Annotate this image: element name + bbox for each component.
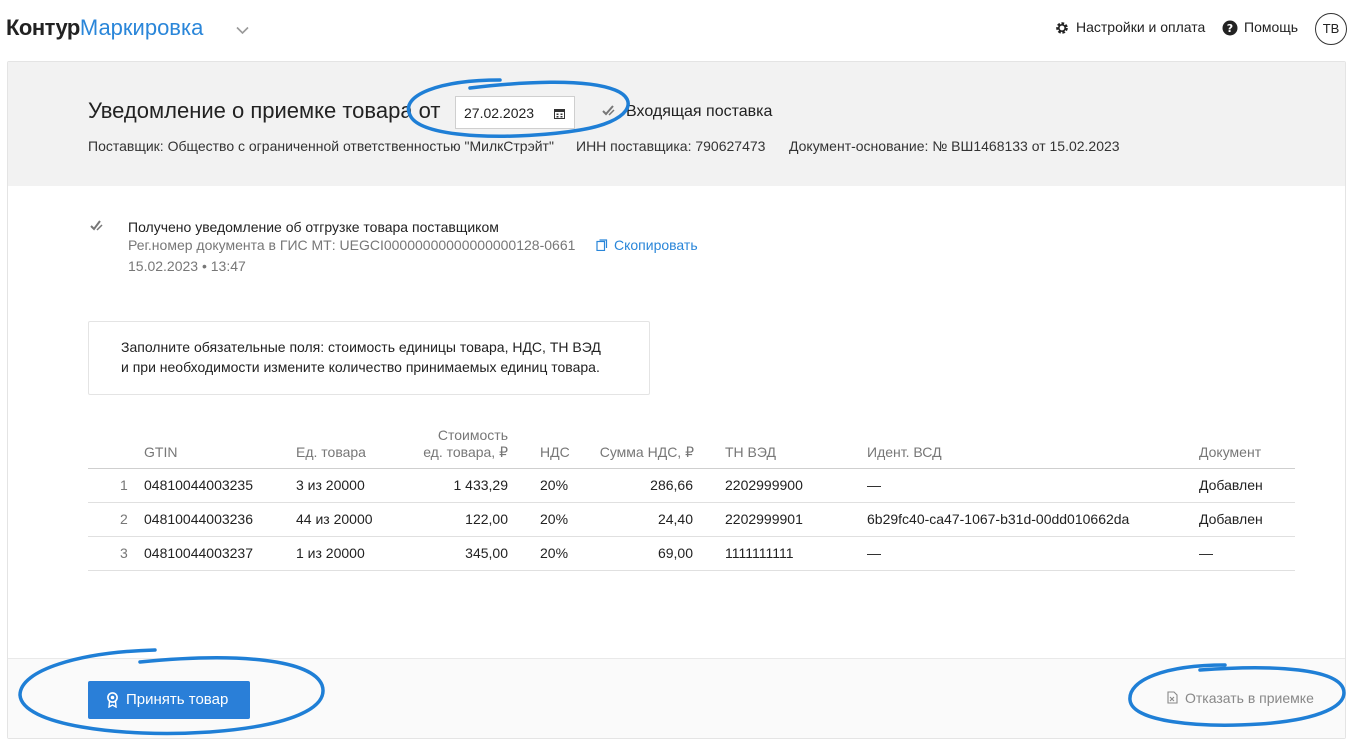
hint-line-1: Заполните обязательные поля: стоимость е… [121,339,601,355]
col-vsd: Идент. ВСД [867,444,942,460]
vat-cell[interactable]: 20% [540,477,568,493]
vat-cell[interactable]: 20% [540,545,568,561]
row-number: 3 [120,545,128,561]
page-title: Уведомление о приемке товара от [88,98,441,123]
col-gtin: GTIN [144,444,178,460]
document-cell: Добавлен [1199,477,1263,493]
table-row[interactable]: 1 04810044003235 3 из 20000 1 433,29 20%… [88,469,1295,503]
vat-sum-cell: 24,40 [657,511,693,527]
vat-sum-cell: 69,00 [657,545,693,561]
help-label: Помощь [1244,19,1299,35]
col-unit: Ед. товара [296,444,366,460]
accept-label: Принять товар [126,691,229,708]
notice-datetime: 15.02.2023 • 13:47 [128,258,246,274]
action-footer: Принять товар Отказать в приемке [8,658,1345,738]
document-card: Уведомление о приемке товара от 27.02.20… [7,61,1346,739]
copy-label: Скопировать [614,237,698,253]
help-icon: ? [1222,20,1238,39]
copy-button[interactable]: Скопировать [596,237,698,254]
row-number: 2 [120,511,128,527]
hint-box: Заполните обязательные поля: стоимость е… [88,321,650,395]
unit-cell[interactable]: 1 из 20000 [296,545,365,561]
supplier-name: Поставщик: Общество с ограниченной ответ… [88,138,554,154]
settings-label: Настройки и оплата [1076,19,1206,35]
reg-number: Рег.номер документа в ГИС МТ: UEGCI00000… [128,237,576,253]
avatar[interactable]: ТВ [1315,13,1347,45]
table-row[interactable]: 2 04810044003236 44 из 20000 122,00 20% … [88,503,1295,537]
gtin-cell: 04810044003235 [144,477,254,493]
vsd-cell: 6b29fc40-ca47-1067-b31d-00dd010662da [867,511,1130,527]
price-cell[interactable]: 1 433,29 [388,477,509,493]
col-vat-sum: Сумма НДС, ₽ [599,444,694,460]
unit-cell[interactable]: 3 из 20000 [296,477,365,493]
supplier-inn: ИНН поставщика: 790627473 [576,138,766,154]
col-document: Документ [1199,444,1262,460]
price-cell[interactable]: 122,00 [388,511,508,527]
col-price-line1: Стоимость [437,427,508,443]
sign-icon [89,219,105,238]
svg-text:?: ? [1227,22,1233,35]
brand-product: Маркировка [79,15,204,40]
vat-cell[interactable]: 20% [540,511,568,527]
price-cell[interactable]: 345,00 [388,545,508,561]
date-field[interactable]: 27.02.2023 [455,96,575,129]
unit-cell[interactable]: 44 из 20000 [296,511,373,527]
gtin-cell: 04810044003236 [144,511,254,527]
vat-sum-cell: 286,66 [650,477,693,493]
col-tnved: ТН ВЭД [725,444,776,460]
date-value: 27.02.2023 [464,105,535,121]
top-bar: КонтурМаркировка Настройки и оплата ? По… [0,0,1355,58]
calendar-icon[interactable] [554,106,565,122]
copy-icon [596,238,608,254]
notice-title: Получено уведомление об отгрузке товара … [128,219,499,235]
table-row[interactable]: 3 04810044003237 1 из 20000 345,00 20% 6… [88,537,1295,571]
hint-line-2: и при необходимости измените количество … [121,359,600,375]
basis-document: Документ-основание: № ВШ1468133 от 15.02… [789,138,1120,154]
sign-icon [600,103,616,124]
vsd-cell: — [867,477,881,493]
chevron-down-icon[interactable] [236,22,249,40]
col-vat: НДС [540,444,570,460]
accept-button[interactable]: Принять товар [88,681,250,719]
award-icon [106,692,119,712]
reject-label: Отказать в приемке [1185,690,1314,706]
row-number: 1 [120,477,128,493]
document-cell: Добавлен [1199,511,1263,527]
tnved-cell[interactable]: 2202999901 [725,511,803,527]
tnved-cell[interactable]: 2202999900 [725,477,803,493]
gtin-cell: 04810044003237 [144,545,254,561]
col-price-line2: ед. товара, ₽ [423,444,508,460]
gear-icon [1054,20,1070,39]
tnved-cell[interactable]: 1111111111 [725,545,794,561]
reject-button[interactable]: Отказать в приемке [1166,689,1326,711]
vsd-cell: — [867,545,881,561]
reject-icon [1166,691,1179,707]
direction-label: Входящая поставка [626,103,773,120]
app-logo[interactable]: КонтурМаркировка [6,15,203,41]
brand-main: Контур [6,15,80,40]
document-cell: — [1199,545,1213,561]
document-header: Уведомление о приемке товара от 27.02.20… [8,62,1345,186]
